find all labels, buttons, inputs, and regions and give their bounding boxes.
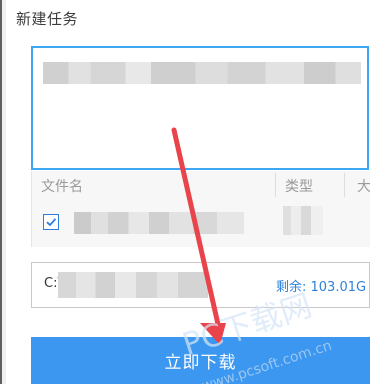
remaining-space-text: 剩余: 103.01G [276, 280, 367, 295]
column-header-type[interactable]: 类型 [285, 176, 313, 196]
blurred-file-type [283, 206, 323, 235]
column-header-filename[interactable]: 文件名 [41, 176, 83, 196]
dialog-title: 新建任务 [16, 10, 79, 28]
download-now-button[interactable]: 立即下载 [31, 337, 370, 384]
column-header-size[interactable]: 大 [357, 176, 370, 196]
blurred-url-text [43, 62, 361, 84]
blurred-file-name [74, 212, 244, 234]
file-select-checkbox[interactable] [43, 214, 59, 230]
column-divider [275, 173, 276, 197]
download-url-input[interactable] [31, 46, 369, 170]
new-task-dialog: 新建任务 文件名 类型 大 C:\ 剩余: 103.01G 立即下载 PC下载网… [0, 0, 370, 384]
column-divider [344, 173, 345, 197]
blurred-save-path [58, 272, 208, 298]
check-icon [46, 218, 57, 227]
window-left-border [0, 0, 6, 384]
